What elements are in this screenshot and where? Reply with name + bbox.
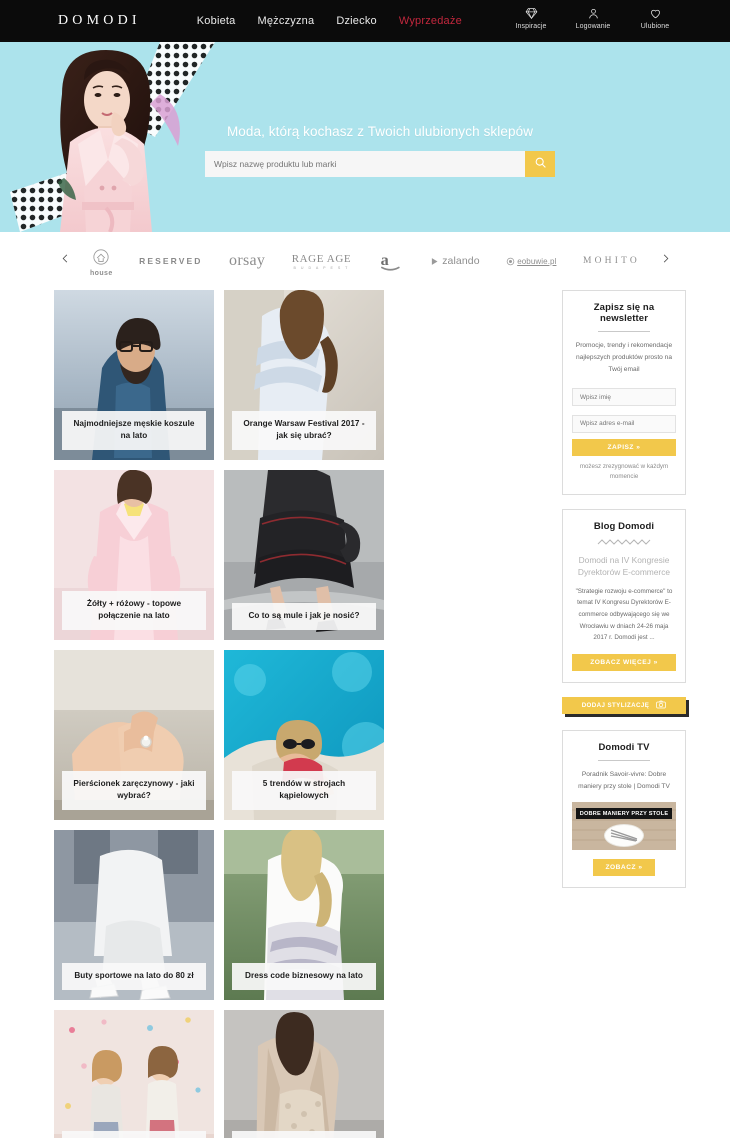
article-card[interactable]: Buty sportowe na lato do 80 zł <box>54 830 214 1000</box>
article-card[interactable]: Najmodniejsze męskie koszule na lato <box>54 290 214 460</box>
tv-title: Domodi TV <box>598 742 650 754</box>
hero-title: Moda, którą kochasz z Twoich ulubionych … <box>226 124 534 139</box>
cutlery-icon <box>610 829 638 843</box>
main-content: Najmodniejsze męskie koszule na lato Ora… <box>0 290 730 1138</box>
nav-item-wyprzedaze[interactable]: Wyprzedaże <box>399 15 462 27</box>
user-action-inspiracje[interactable]: Inspiracje <box>510 4 552 30</box>
tv-thumbnail[interactable]: DOBRE MANIERY PRZY STOLE <box>572 802 676 851</box>
brand-subtitle: B U D A P E S T <box>293 265 350 270</box>
blog-excerpt: "Strategie rozwoju e-commerce" to temat … <box>575 587 673 642</box>
article-card[interactable]: Żółty + różowy - topowe połączenie na la… <box>54 470 214 640</box>
article-title: Najmodniejsze męskie koszule na lato <box>62 410 206 450</box>
article-card[interactable]: Orange Warsaw Festival 2017 - jak się ub… <box>224 290 384 460</box>
user-action-ulubione[interactable]: Ulubione <box>634 4 676 30</box>
tv-caption: Poradnik Savoir-vivre: Dobre maniery prz… <box>578 771 670 791</box>
hero-content: Moda, którą kochasz z Twoich ulubionych … <box>205 124 555 177</box>
article-image <box>224 1010 384 1138</box>
user-action-logowanie[interactable]: Logowanie <box>572 4 614 30</box>
brand-logo-house[interactable]: house <box>90 246 113 277</box>
nav-item-dziecko[interactable]: Dziecko <box>336 15 377 27</box>
zigzag-divider-icon <box>597 538 651 545</box>
tv-thumb-banner: DOBRE MANIERY PRZY STOLE <box>576 808 672 820</box>
play-triangle-icon <box>432 257 438 265</box>
article-card[interactable]: Pierścionek zaręczynowy - jaki wybrać? <box>54 650 214 820</box>
blog-panel: Blog Domodi Domodi na IV Kongresie Dyrek… <box>562 508 686 684</box>
page-root: DOMODI Kobieta Mężczyzna Dziecko Wyprzed… <box>0 0 730 1138</box>
user-action-label: Ulubione <box>640 23 670 30</box>
heart-icon <box>649 7 662 20</box>
newsletter-fineprint: możesz zrezygnować w każdym momencie <box>579 462 669 481</box>
amazon-icon: a <box>380 251 400 271</box>
svg-text:a: a <box>380 251 388 269</box>
newsletter-description: Promocje, trendy i rekomendacje najlepsz… <box>575 342 673 374</box>
article-title: Buty sportowe na lato do 80 zł <box>62 963 206 990</box>
domodi-tv-panel: Domodi TV Poradnik Savoir-vivre: Dobre m… <box>562 730 686 889</box>
search-input[interactable] <box>205 151 525 177</box>
diamond-icon <box>525 7 538 20</box>
article-card[interactable]: Dzień Dziecka - 20 pomysłów na prezent <box>54 1010 214 1138</box>
search-icon <box>534 156 547 172</box>
article-card[interactable]: Najczęściej popełnianie błędy modowe - z… <box>224 1010 384 1138</box>
carousel-next-button[interactable] <box>654 250 676 272</box>
article-title: Najczęściej popełnianie błędy modowe - z… <box>232 1130 376 1138</box>
person-icon <box>587 7 600 20</box>
brand-logo-orsay[interactable]: orsay <box>229 252 265 270</box>
article-card[interactable]: Co to są mule i jak je nosić? <box>224 470 384 640</box>
blog-more-button[interactable]: ZOBACZ WIĘCEJ » <box>572 654 676 672</box>
brand-logo-mohito[interactable]: MOHITO <box>583 256 640 266</box>
article-card[interactable]: 5 trendów w strojach kąpielowych <box>224 650 384 820</box>
blog-title: Blog Domodi <box>593 520 655 532</box>
article-grid: Najmodniejsze męskie koszule na lato Ora… <box>54 290 548 1138</box>
divider <box>598 760 650 762</box>
brand-wordmark: eobuwie.pl <box>517 256 557 266</box>
chevron-left-icon <box>60 250 71 272</box>
brand-logo-zalando[interactable]: zalando <box>430 255 480 267</box>
brand-wordmark: house <box>90 269 113 277</box>
divider <box>598 331 650 332</box>
search-button[interactable] <box>525 151 555 177</box>
add-styling-wrap: DODAJ STYLIZACJĘ <box>562 697 686 716</box>
hero-search <box>205 151 555 177</box>
article-title: 5 trendów w strojach kąpielowych <box>232 770 376 810</box>
brand-logo-rageage[interactable]: RAGE AGE B U D A P E S T <box>292 253 352 270</box>
article-title: Pierścionek zaręczynowy - jaki wybrać? <box>62 770 206 810</box>
user-navigation: Inspiracje Logowanie Ulubione <box>510 4 676 30</box>
newsletter-title: Zapisz się na newsletter <box>593 302 655 324</box>
brand-logo-reserved[interactable]: RESERVED <box>139 256 202 266</box>
site-logo[interactable]: DOMODI <box>58 13 141 29</box>
sidebar: Zapisz się na newsletter Promocje, trend… <box>562 290 686 1138</box>
article-title: Orange Warsaw Festival 2017 - jak się ub… <box>232 410 376 450</box>
add-styling-label: DODAJ STYLIZACJĘ <box>581 702 650 710</box>
camera-icon <box>656 700 667 711</box>
newsletter-submit-button[interactable]: ZAPISZ » <box>572 438 676 456</box>
hero-banner: Moda, którą kochasz z Twoich ulubionych … <box>0 42 730 232</box>
brand-carousel: house RESERVED orsay RAGE AGE B U D A P … <box>0 232 730 290</box>
tv-watch-button[interactable]: ZOBACZ » <box>593 859 655 877</box>
brand-wordmark: RAGE AGE <box>291 252 352 265</box>
brand-logo-list: house RESERVED orsay RAGE AGE B U D A P … <box>76 246 654 277</box>
user-action-label: Inspiracje <box>515 23 547 30</box>
circle-icon <box>506 257 515 265</box>
brand-logo-amazon[interactable]: a <box>378 249 404 273</box>
newsletter-email-input[interactable] <box>572 414 676 433</box>
nav-item-mezczyzna[interactable]: Mężczyzna <box>257 15 314 27</box>
newsletter-panel: Zapisz się na newsletter Promocje, trend… <box>562 290 686 495</box>
add-styling-button[interactable]: DODAJ STYLIZACJĘ <box>562 697 686 715</box>
brand-wordmark: zalando <box>442 255 480 267</box>
brand-logo-eobuwie[interactable]: eobuwie.pl <box>506 257 556 266</box>
newsletter-name-input[interactable] <box>572 388 676 407</box>
user-action-label: Logowanie <box>575 23 611 30</box>
article-image <box>54 1010 214 1138</box>
blog-headline[interactable]: Domodi na IV Kongresie Dyrektorów E-comm… <box>572 554 676 579</box>
article-card[interactable]: Dress code biznesowy na lato <box>224 830 384 1000</box>
article-title: Dzień Dziecka - 20 pomysłów na prezent <box>62 1130 206 1138</box>
article-title: Żółty + różowy - topowe połączenie na la… <box>62 590 206 630</box>
article-title: Co to są mule i jak je nosić? <box>232 603 376 630</box>
nav-item-kobieta[interactable]: Kobieta <box>197 15 236 27</box>
carousel-prev-button[interactable] <box>54 250 76 272</box>
top-navigation-bar: DOMODI Kobieta Mężczyzna Dziecko Wyprzed… <box>0 0 730 42</box>
main-navigation: Kobieta Mężczyzna Dziecko Wyprzedaże <box>197 15 462 27</box>
article-title: Dress code biznesowy na lato <box>232 963 376 990</box>
chevron-right-icon <box>660 250 671 272</box>
